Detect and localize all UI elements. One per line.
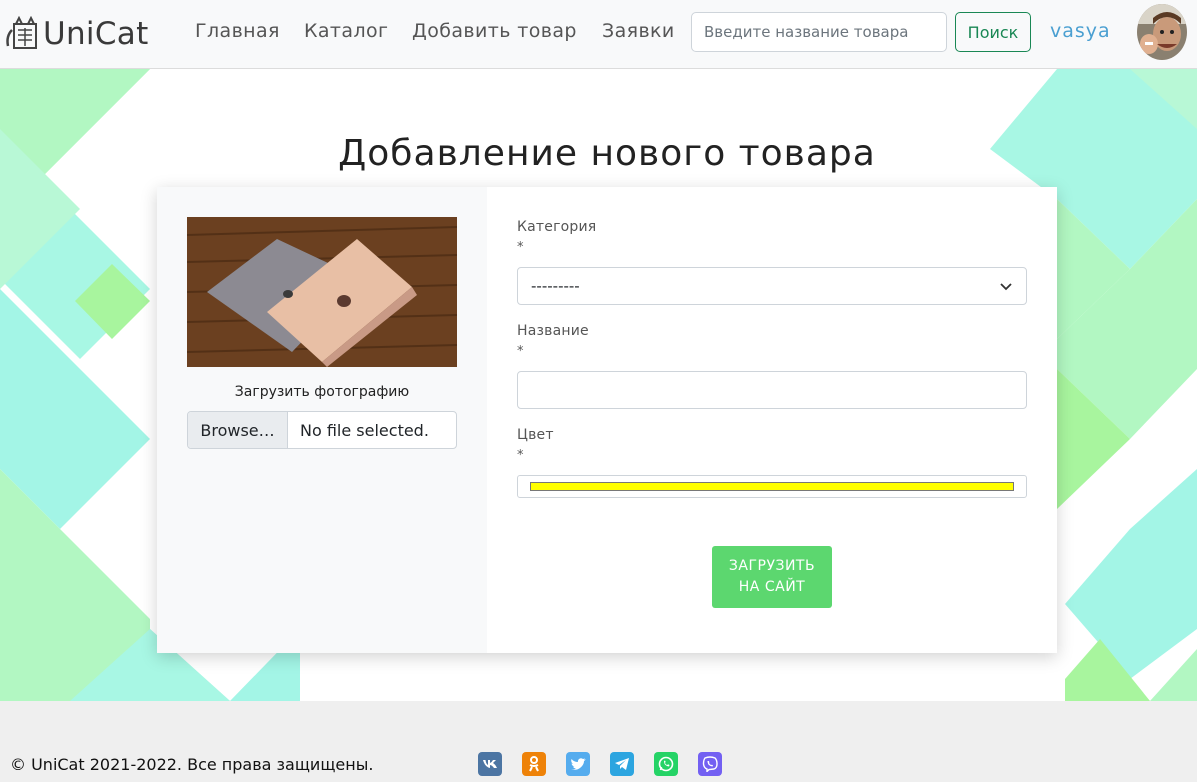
avatar-image	[1137, 4, 1187, 60]
add-product-card: Загрузить фотографию Browse… No file sel…	[157, 187, 1057, 653]
upload-photo-label: Загрузить фотографию	[234, 384, 410, 400]
avatar[interactable]	[1137, 4, 1187, 60]
category-required-mark: *	[517, 240, 524, 255]
category-select[interactable]: ---------	[517, 267, 1027, 305]
page-title: Добавление нового товара	[338, 133, 876, 174]
odnoklassniki-icon[interactable]	[522, 752, 546, 776]
photo-file-input[interactable]: Browse… No file selected.	[187, 411, 457, 449]
color-label: Цвет	[517, 427, 554, 443]
vk-icon[interactable]	[478, 752, 502, 776]
category-select-value: ---------	[531, 277, 580, 295]
viber-icon[interactable]	[698, 752, 722, 776]
color-required-mark: *	[517, 448, 524, 463]
name-required-mark: *	[517, 344, 524, 359]
navbar: UniCat Главная Каталог Добавить товар За…	[0, 0, 1197, 69]
color-picker[interactable]	[517, 475, 1027, 498]
search-button[interactable]: Поиск	[955, 12, 1031, 52]
copyright: © UniCat 2021-2022. Все права защищены.	[10, 755, 374, 774]
photo-panel: Загрузить фотографию Browse… No file sel…	[157, 187, 487, 653]
nav-link-add-product[interactable]: Добавить товар	[412, 20, 577, 42]
submit-button[interactable]: ЗАГРУЗИТЬ НА САЙТ	[712, 546, 832, 608]
whatsapp-icon[interactable]	[654, 752, 678, 776]
name-label: Название	[517, 323, 589, 339]
color-swatch	[530, 482, 1014, 491]
browse-button[interactable]: Browse…	[188, 412, 288, 448]
logo-icon	[6, 16, 37, 49]
search-input[interactable]	[691, 12, 947, 52]
footer: © UniCat 2021-2022. Все права защищены.	[0, 701, 1197, 782]
category-label: Категория	[517, 219, 597, 235]
user-link[interactable]: vasya	[1050, 20, 1111, 42]
file-status: No file selected.	[300, 420, 429, 440]
name-input[interactable]	[517, 371, 1027, 409]
brand-name: UniCat	[43, 16, 149, 52]
form-panel: Категория * --------- Название * Цвет * …	[487, 187, 1057, 638]
nav-link-home[interactable]: Главная	[195, 20, 280, 42]
brand[interactable]: UniCat	[4, 14, 149, 54]
nav-link-requests[interactable]: Заявки	[602, 20, 675, 42]
product-photo	[187, 217, 457, 367]
telegram-icon[interactable]	[610, 752, 634, 776]
twitter-icon[interactable]	[566, 752, 590, 776]
nav-link-catalog[interactable]: Каталог	[304, 20, 388, 42]
chevron-down-icon	[1000, 283, 1012, 291]
